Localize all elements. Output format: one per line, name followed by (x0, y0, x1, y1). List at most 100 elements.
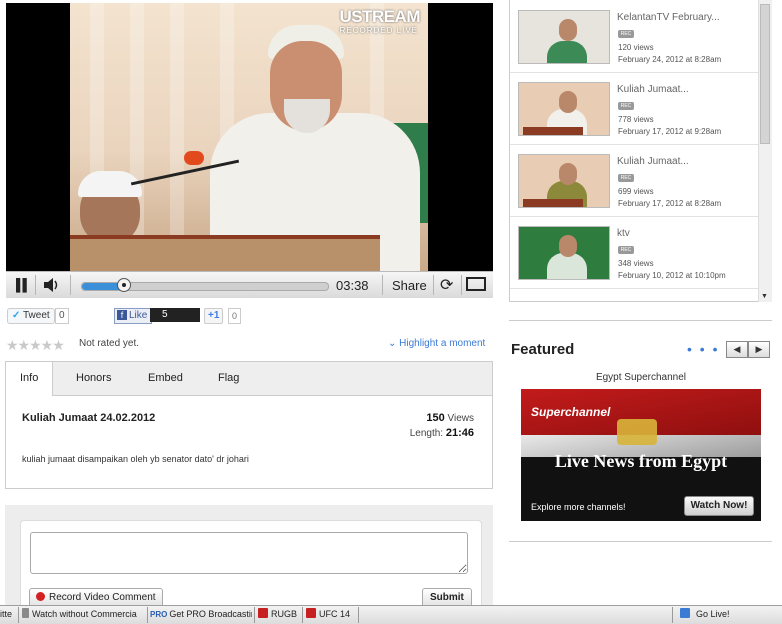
watch-now-button[interactable]: Watch Now! (684, 496, 754, 516)
record-dot-icon (36, 592, 45, 601)
tab-info[interactable]: Info (6, 362, 54, 396)
pause-button[interactable]: ▌▌ (16, 278, 31, 292)
chevron-down-icon: ⌄ (388, 338, 397, 349)
featured-heading: Featured (511, 341, 575, 358)
ustream-u-icon (680, 608, 690, 618)
related-views: 120 views (618, 43, 654, 52)
taskbar-item[interactable]: PRO Get PRO Broadcastir (150, 606, 252, 624)
related-date: February 10, 2012 at 10:10pm (618, 271, 726, 280)
carousel-next-button[interactable]: ▶ (748, 341, 770, 358)
alert-icon (258, 608, 268, 618)
info-tabs: Info Honors Embed Flag (6, 362, 492, 396)
tab-honors[interactable]: Honors (62, 362, 125, 395)
progress-knob[interactable] (116, 278, 131, 292)
related-scrollbar[interactable]: ▼ (758, 0, 772, 302)
list-item[interactable]: ktv REC 348 views February 10, 2012 at 1… (510, 216, 760, 289)
taskbar-label: Watch without Commercia (32, 609, 137, 619)
list-item[interactable]: Kuliah Jumaat... REC 699 views February … (510, 144, 760, 217)
view-count-value: 150 (426, 412, 445, 424)
length-label: Length: (409, 428, 444, 439)
related-title[interactable]: Kuliah Jumaat... (617, 84, 689, 95)
video-player[interactable]: USTREAM RECORDED LIVE (6, 3, 493, 297)
divider (509, 320, 772, 321)
share-button[interactable]: Share (392, 278, 427, 293)
rec-badge: REC (618, 102, 634, 110)
video-title: Kuliah Jumaat 24.02.2012 (22, 412, 156, 424)
gplus-button[interactable]: +1 (204, 308, 224, 324)
related-date: February 17, 2012 at 9:28am (618, 127, 722, 136)
tweet-count: 0 (55, 308, 69, 324)
taskbar-label: RUGB (271, 609, 298, 619)
highlight-moment-link[interactable]: ⌄ Highlight a moment (388, 338, 485, 349)
related-views: 699 views (618, 187, 654, 196)
pro-badge: PRO (150, 610, 168, 619)
taskbar-label: Get PRO Broadcastir (169, 609, 252, 619)
comment-input[interactable] (30, 532, 468, 574)
video-description: kuliah jumaat disampaikan oleh yb senato… (22, 454, 249, 464)
carousel-dots[interactable]: • • • (687, 341, 719, 357)
taskbar-item[interactable]: Watch without Commercia (22, 606, 146, 624)
rec-badge: REC (618, 246, 634, 254)
video-length: Length: 21:46 (380, 427, 474, 439)
tweet-button[interactable]: ✓ Tweet (7, 308, 55, 324)
video-frame[interactable]: USTREAM RECORDED LIVE (70, 3, 428, 271)
replay-icon[interactable]: ⟳ (440, 275, 453, 295)
related-date: February 24, 2012 at 8:28am (618, 55, 722, 64)
divider (509, 541, 772, 542)
bottom-taskbar: itte Watch without Commercia PRO Get PRO … (0, 605, 782, 624)
video-thumbnail[interactable] (518, 82, 610, 136)
fullscreen-icon[interactable] (466, 277, 486, 291)
tab-embed[interactable]: Embed (134, 362, 197, 395)
taskbar-item[interactable]: RUGB (258, 606, 302, 624)
related-date: February 17, 2012 at 8:28am (618, 199, 722, 208)
eagle-emblem-icon (617, 419, 657, 445)
video-thumbnail[interactable] (518, 154, 610, 208)
carousel-prev-button[interactable]: ◀ (726, 341, 748, 358)
list-item[interactable]: Kuliah Jumaat... REC 778 views February … (510, 72, 760, 145)
like-button[interactable]: f Like (114, 308, 153, 324)
record-label: Record Video Comment (49, 592, 156, 603)
video-thumbnail[interactable] (518, 226, 610, 280)
highlight-label: Highlight a moment (399, 338, 486, 349)
player-controls: ▌▌ 03:38 Share ⟳ (6, 271, 493, 298)
list-item[interactable]: KelantanTV February... REC 120 views Feb… (510, 0, 760, 73)
time-display: 03:38 (336, 278, 369, 293)
related-title[interactable]: Kuliah Jumaat... (617, 156, 689, 167)
like-count: 5 (150, 308, 200, 322)
go-live-button[interactable]: Go Live! (680, 606, 780, 624)
progress-bar[interactable] (81, 278, 329, 292)
alert-icon (306, 608, 316, 618)
microphone (184, 151, 204, 165)
taskbar-label: UFC 14 (319, 609, 351, 619)
facebook-icon: f (117, 310, 127, 320)
related-title[interactable]: KelantanTV February... (617, 12, 720, 23)
featured-channel-name[interactable]: Egypt Superchannel (521, 372, 761, 383)
twitter-bird-icon: ✓ (12, 310, 21, 321)
tab-flag[interactable]: Flag (204, 362, 253, 395)
scroll-down-icon[interactable]: ▼ (761, 293, 768, 300)
related-videos-list: KelantanTV February... REC 120 views Feb… (509, 0, 772, 302)
rating-status: Not rated yet. (79, 338, 140, 349)
scrollbar-thumb[interactable] (760, 4, 770, 144)
explore-text: Explore more channels! (531, 502, 626, 512)
taskbar-item[interactable]: itte (0, 606, 18, 624)
ustream-watermark-sub: RECORDED LIVE (339, 26, 418, 35)
gplus-count: 0 (228, 308, 242, 324)
taskbar-item[interactable]: UFC 14 (306, 606, 358, 624)
related-views: 778 views (618, 115, 654, 124)
featured-channel-banner[interactable]: Superchannel Live News from Egypt Explor… (521, 389, 761, 521)
wrench-icon (22, 608, 29, 618)
tweet-label: Tweet (23, 310, 50, 321)
related-views: 348 views (618, 259, 654, 268)
view-count-label: Views (447, 413, 475, 424)
view-count: 150 Views (380, 412, 474, 424)
rating-stars[interactable]: ★★★★★ (6, 337, 65, 354)
volume-icon[interactable] (42, 276, 62, 294)
rec-badge: REC (618, 30, 634, 38)
length-value: 21:46 (445, 427, 474, 439)
video-thumbnail[interactable] (518, 10, 610, 64)
podium (70, 235, 380, 271)
superchannel-logo: Superchannel (531, 405, 611, 419)
rec-badge: REC (618, 174, 634, 182)
related-title[interactable]: ktv (617, 228, 630, 239)
